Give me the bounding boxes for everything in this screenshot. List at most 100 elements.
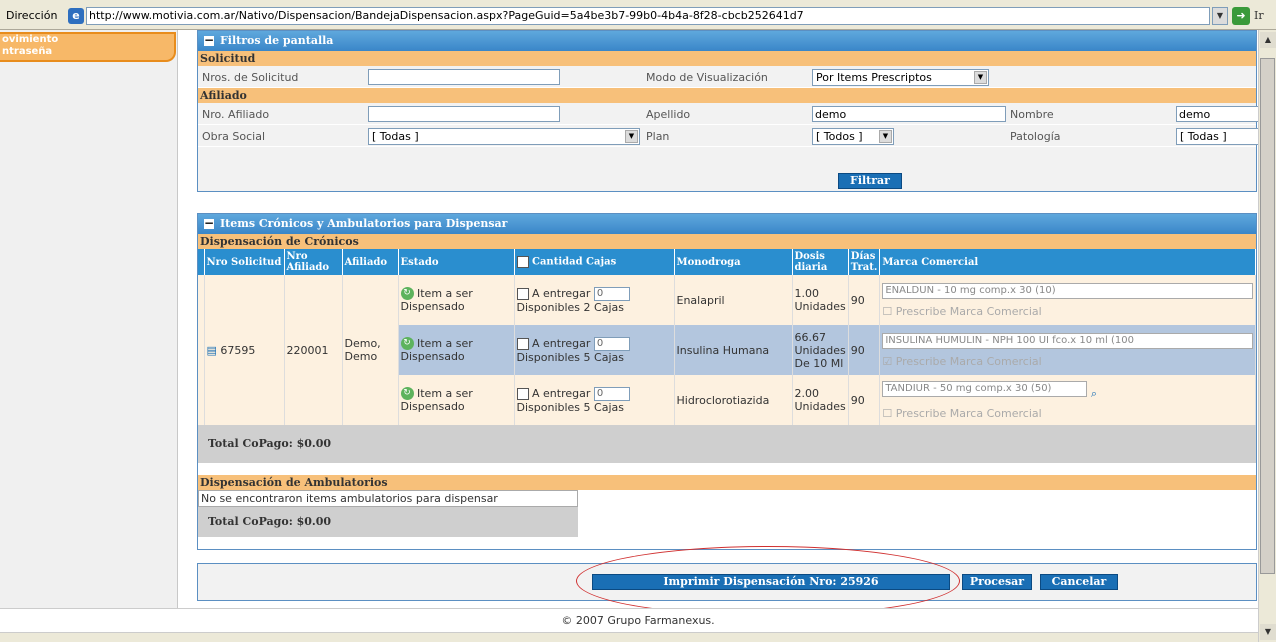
cancelar-button[interactable]: Cancelar (1040, 574, 1118, 590)
cantidad-cell: A entregar 0 Disponibles 2 Cajas (514, 275, 675, 325)
total-copago-ambulatorios: Total CoPago: $0.00 (198, 507, 578, 537)
search-icon[interactable]: ⌕ (1091, 387, 1097, 400)
main-content: − Filtros de pantalla Solicitud Nros. de … (194, 30, 1258, 608)
plan-select[interactable]: [ Todos ] ▼ (812, 128, 894, 145)
monodroga-cell: Insulina Humana (674, 325, 793, 375)
nro-afiliado-cell: 220001 (284, 275, 343, 425)
header-cantidad: Cantidad Cajas (514, 249, 675, 275)
collapse-icon[interactable]: − (204, 217, 214, 229)
solicitud-value: 67595 (220, 343, 256, 357)
dias-cell: 90 (848, 325, 881, 375)
item-checkbox[interactable] (516, 387, 529, 400)
solicitud-cell: ▤ 67595 (204, 275, 285, 425)
scroll-up-icon[interactable]: ▲ (1260, 32, 1276, 48)
item-checkbox[interactable] (516, 337, 529, 350)
items-panel: − Items Crónicos y Ambulatorios para Disp… (197, 213, 1257, 550)
dosis-cell: 2.00 Unidades (792, 375, 849, 425)
header-nro-afiliado: Nro Afiliado (284, 249, 343, 275)
prescribe-label: Prescribe Marca Comercial (895, 406, 1042, 420)
nro-afiliado-label: Nro. Afiliado (202, 108, 270, 121)
dosis-cell: 66.67 Unidades De 10 Ml (792, 325, 849, 375)
filters-title-text: Filtros de pantalla (220, 34, 334, 47)
entregar-input[interactable]: 0 (593, 286, 630, 301)
modo-select[interactable]: Por Items Prescriptos ▼ (812, 69, 989, 86)
prescribe-checkbox[interactable]: ☐ Prescribe Marca Comercial (882, 407, 1253, 420)
table-row: ▤ 67595 220001 Demo, Demo ↻ Item a ser D… (198, 275, 1256, 425)
prescribe-label: Prescribe Marca Comercial (895, 354, 1042, 368)
items-title-text: Items Crónicos y Ambulatorios para Dispe… (220, 217, 508, 230)
left-menu-item[interactable]: ovimiento ntraseña (0, 32, 176, 62)
nros-solicitud-input[interactable] (368, 69, 560, 85)
cantidad-cell: A entregar 0 Disponibles 5 Cajas (514, 325, 675, 375)
dosis-cell: 1.00 Unidades (792, 275, 849, 325)
cronicos-section: Dispensación de Crónicos (198, 234, 1256, 249)
menu-line-2[interactable]: ntraseña (0, 46, 174, 58)
horizontal-scrollbar[interactable] (0, 632, 1258, 642)
prescribe-checkbox[interactable]: ☑ Prescribe Marca Comercial (882, 355, 1253, 368)
collapse-icon[interactable]: − (204, 34, 214, 46)
url-input[interactable]: http://www.motivia.com.ar/Nativo/Dispens… (86, 7, 1210, 25)
header-afiliado: Afiliado (342, 249, 399, 275)
procesar-button[interactable]: Procesar (962, 574, 1032, 590)
entregar-input[interactable]: 0 (593, 336, 630, 351)
solicitud-section: Solicitud (198, 51, 1256, 66)
left-nav: ovimiento ntraseña (0, 30, 178, 608)
menu-line-1[interactable]: ovimiento (0, 34, 174, 46)
items-title[interactable]: − Items Crónicos y Ambulatorios para Disp… (198, 214, 1256, 234)
estado-cell: ↻ Item a ser Dispensado (398, 325, 515, 375)
afiliado-section: Afiliado (198, 88, 1256, 103)
prescribe-label: Prescribe Marca Comercial (895, 304, 1042, 318)
monodroga-cell: Enalapril (674, 275, 793, 325)
nombre-input[interactable] (1176, 106, 1258, 122)
item-checkbox[interactable] (516, 287, 529, 300)
patologia-select[interactable]: [ Todas ] (1176, 128, 1258, 145)
marca-select[interactable]: TANDIUR - 50 mg comp.x 30 (50) (882, 380, 1088, 397)
chevron-down-icon[interactable]: ▼ (974, 71, 987, 84)
cantidad-cell: A entregar 0 Disponibles 5 Cajas (514, 375, 675, 425)
filters-title[interactable]: − Filtros de pantalla (198, 31, 1256, 51)
entregar-label: A entregar (532, 336, 591, 350)
plan-value: [ Todos ] (816, 130, 863, 143)
apellido-input[interactable] (812, 106, 1006, 122)
address-label: Dirección (6, 9, 58, 22)
filters-panel: − Filtros de pantalla Solicitud Nros. de … (197, 30, 1258, 192)
page-icon: e (68, 8, 84, 24)
chevron-down-icon[interactable]: ▼ (625, 130, 638, 143)
select-all-checkbox[interactable] (516, 256, 529, 268)
cronicos-table: Nro Solicitud Nro Afiliado Afiliado Esta… (198, 249, 1256, 425)
vertical-scrollbar[interactable]: ▲ ▼ (1258, 30, 1276, 642)
entregar-label: A entregar (532, 286, 591, 300)
modo-value: Por Items Prescriptos (816, 71, 932, 84)
url-dropdown-icon[interactable]: ▼ (1212, 7, 1228, 25)
header-cantidad-text: Cantidad Cajas (531, 256, 617, 268)
entregar-label: A entregar (532, 386, 591, 400)
go-button[interactable]: Ir (1254, 9, 1264, 22)
marca-cell: TANDIUR - 50 mg comp.x 30 (50) ⌕ ☐ Prescr… (879, 375, 1256, 425)
prescribe-checkbox[interactable]: ☐ Prescribe Marca Comercial (882, 305, 1253, 318)
afiliado-row: Nro. Afiliado Apellido Nombre (198, 103, 1258, 125)
detail-icon[interactable]: ▤ (207, 344, 217, 357)
nro-afiliado-input[interactable] (368, 106, 560, 122)
nros-solicitud-label: Nros. de Solicitud (202, 71, 299, 84)
header-dias: Días Trat. (848, 249, 881, 275)
patologia-label: Patología (1010, 130, 1061, 143)
scroll-thumb[interactable] (1260, 58, 1275, 574)
scroll-down-icon[interactable]: ▼ (1260, 624, 1276, 640)
disponibles-value: Disponibles 2 Cajas (516, 300, 624, 314)
marca-select[interactable]: INSULINA HUMULIN - NPH 100 UI fco.x 10 m… (882, 332, 1253, 349)
entregar-input[interactable]: 0 (593, 386, 630, 401)
address-bar: Dirección e http://www.motivia.com.ar/Na… (0, 0, 1276, 30)
dispense-icon: ↻ (400, 337, 414, 351)
highlight-circle (576, 546, 960, 616)
marca-cell: INSULINA HUMULIN - NPH 100 UI fco.x 10 m… (879, 325, 1256, 375)
header-nro-solicitud: Nro Solicitud (204, 249, 285, 275)
dispense-icon: ↻ (400, 287, 414, 301)
marca-select[interactable]: ENALDUN - 10 mg comp.x 30 (10) (882, 282, 1253, 299)
obra-social-select[interactable]: [ Todas ] ▼ (368, 128, 640, 145)
apellido-label: Apellido (646, 108, 691, 121)
header-dosis: Dosis diaria (792, 249, 849, 275)
go-arrow-icon[interactable]: ➜ (1232, 7, 1250, 25)
chevron-down-icon[interactable]: ▼ (879, 130, 892, 143)
footer: © 2007 Grupo Farmanexus. (0, 608, 1276, 632)
filtrar-button[interactable]: Filtrar (838, 173, 902, 189)
